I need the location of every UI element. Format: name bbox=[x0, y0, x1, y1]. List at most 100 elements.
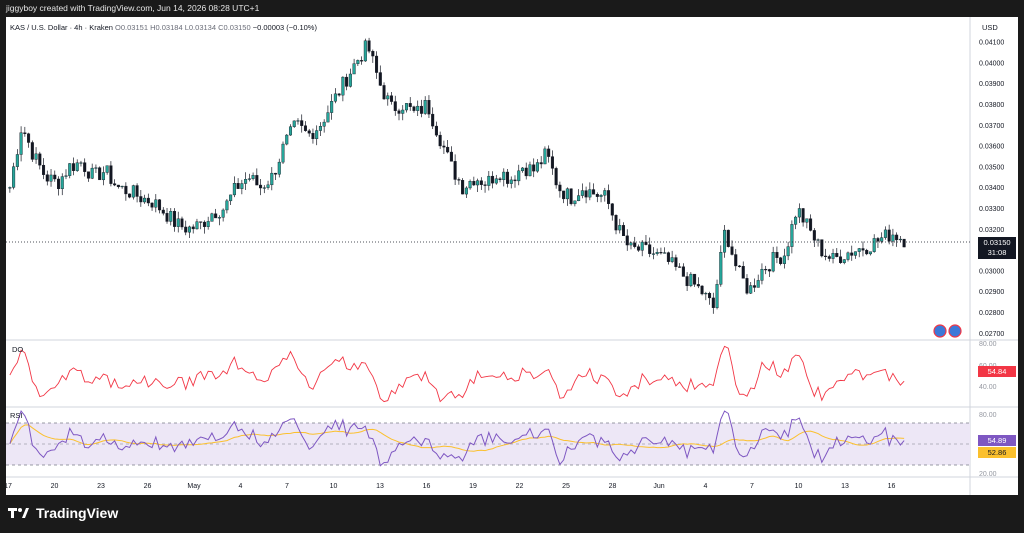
candle-up[interactable] bbox=[618, 225, 622, 231]
candle-down[interactable] bbox=[483, 184, 487, 186]
candle-up[interactable] bbox=[423, 100, 427, 114]
candle-down[interactable] bbox=[371, 51, 375, 57]
us-flag-icon[interactable] bbox=[948, 324, 962, 338]
candle-down[interactable] bbox=[53, 174, 57, 180]
candle-down[interactable] bbox=[562, 190, 566, 200]
candle-down[interactable] bbox=[547, 148, 551, 157]
candle-up[interactable] bbox=[573, 200, 577, 205]
candle-down[interactable] bbox=[30, 142, 34, 160]
candle-down[interactable] bbox=[835, 253, 839, 257]
candle-down[interactable] bbox=[491, 175, 495, 184]
candle-down[interactable] bbox=[850, 252, 854, 256]
candle-down[interactable] bbox=[128, 193, 132, 198]
candle-down[interactable] bbox=[236, 183, 240, 189]
candle-down[interactable] bbox=[83, 162, 87, 172]
candle-down[interactable] bbox=[184, 226, 188, 233]
candle-down[interactable] bbox=[779, 257, 783, 264]
candle-up[interactable] bbox=[229, 194, 233, 202]
candle-up[interactable] bbox=[723, 229, 727, 253]
candle-up[interactable] bbox=[318, 126, 322, 131]
rsi-label[interactable]: RSI bbox=[10, 411, 23, 420]
candle-up[interactable] bbox=[842, 259, 846, 263]
candle-up[interactable] bbox=[225, 200, 229, 211]
candle-up[interactable] bbox=[663, 252, 667, 254]
candle-up[interactable] bbox=[154, 199, 158, 208]
candle-up[interactable] bbox=[580, 190, 584, 196]
candle-up[interactable] bbox=[79, 162, 83, 164]
candle-down[interactable] bbox=[752, 285, 756, 288]
candle-down[interactable] bbox=[434, 125, 438, 136]
candle-up[interactable] bbox=[857, 248, 861, 252]
symbol-legend[interactable]: KAS / U.S. Dollar · 4h · Kraken O0.03151… bbox=[10, 23, 317, 32]
candle-down[interactable] bbox=[730, 246, 734, 255]
candle-down[interactable] bbox=[524, 167, 528, 177]
candle-down[interactable] bbox=[161, 209, 165, 214]
candle-up[interactable] bbox=[404, 103, 408, 111]
candle-down[interactable] bbox=[607, 190, 611, 204]
candle-up[interactable] bbox=[348, 73, 352, 87]
candle-down[interactable] bbox=[303, 125, 307, 131]
candle-up[interactable] bbox=[270, 172, 274, 186]
candle-up[interactable] bbox=[794, 216, 798, 225]
candle-up[interactable] bbox=[90, 167, 94, 179]
candle-down[interactable] bbox=[274, 172, 278, 175]
candle-up[interactable] bbox=[120, 185, 124, 188]
candle-up[interactable] bbox=[629, 242, 633, 246]
candle-down[interactable] bbox=[378, 72, 382, 86]
candle-down[interactable] bbox=[839, 256, 843, 263]
candle-down[interactable] bbox=[139, 196, 143, 203]
candle-up[interactable] bbox=[330, 101, 334, 113]
candle-down[interactable] bbox=[337, 93, 341, 96]
candle-down[interactable] bbox=[113, 183, 117, 186]
candle-down[interactable] bbox=[554, 168, 558, 186]
candle-up[interactable] bbox=[386, 95, 390, 100]
candle-up[interactable] bbox=[853, 251, 857, 256]
candle-up[interactable] bbox=[487, 175, 491, 186]
candle-down[interactable] bbox=[86, 171, 90, 179]
candle-up[interactable] bbox=[509, 179, 513, 184]
candle-up[interactable] bbox=[468, 181, 472, 189]
candle-down[interactable] bbox=[390, 95, 394, 102]
candle-down[interactable] bbox=[98, 167, 102, 181]
candle-down[interactable] bbox=[539, 162, 543, 165]
candle-down[interactable] bbox=[124, 185, 128, 195]
candle-up[interactable] bbox=[528, 164, 532, 177]
candle-down[interactable] bbox=[300, 120, 304, 126]
candle-up[interactable] bbox=[749, 285, 753, 294]
candle-down[interactable] bbox=[45, 174, 49, 182]
candle-down[interactable] bbox=[202, 221, 206, 227]
candle-up[interactable] bbox=[176, 218, 180, 227]
candle-up[interactable] bbox=[771, 252, 775, 272]
candle-up[interactable] bbox=[651, 253, 655, 255]
candle-up[interactable] bbox=[816, 239, 820, 241]
candle-up[interactable] bbox=[805, 218, 809, 223]
candle-up[interactable] bbox=[502, 171, 506, 181]
candle-up[interactable] bbox=[831, 253, 835, 259]
candle-down[interactable] bbox=[741, 266, 745, 279]
candle-down[interactable] bbox=[614, 215, 618, 231]
candle-down[interactable] bbox=[902, 238, 906, 248]
candle-up[interactable] bbox=[240, 183, 244, 189]
candle-down[interactable] bbox=[427, 100, 431, 115]
candle-down[interactable] bbox=[592, 189, 596, 195]
candle-down[interactable] bbox=[674, 257, 678, 267]
candle-up[interactable] bbox=[101, 172, 105, 181]
candle-down[interactable] bbox=[708, 292, 712, 299]
candle-down[interactable] bbox=[442, 145, 446, 148]
candle-up[interactable] bbox=[8, 187, 12, 189]
candle-down[interactable] bbox=[812, 230, 816, 241]
candle-down[interactable] bbox=[199, 221, 203, 223]
candle-down[interactable] bbox=[876, 238, 880, 242]
candle-down[interactable] bbox=[711, 297, 715, 308]
candle-up[interactable] bbox=[704, 292, 708, 295]
candle-up[interactable] bbox=[49, 174, 53, 182]
candle-down[interactable] bbox=[696, 284, 700, 287]
candle-up[interactable] bbox=[352, 63, 356, 75]
candle-up[interactable] bbox=[517, 170, 521, 182]
candle-down[interactable] bbox=[438, 134, 442, 147]
candle-down[interactable] bbox=[700, 285, 704, 295]
candle-up[interactable] bbox=[68, 163, 72, 176]
candle-up[interactable] bbox=[640, 241, 644, 251]
candle-down[interactable] bbox=[191, 226, 195, 230]
candle-up[interactable] bbox=[19, 132, 23, 155]
